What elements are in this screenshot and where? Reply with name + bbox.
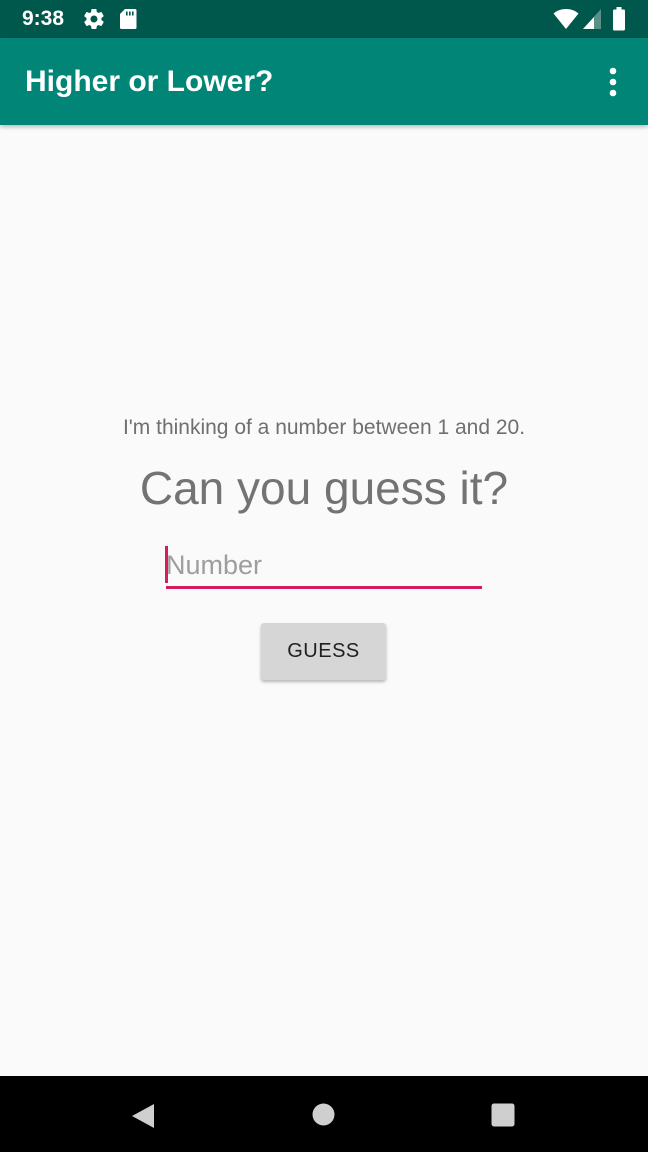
number-input[interactable] xyxy=(166,544,482,589)
status-time: 9:38 xyxy=(22,7,65,30)
navigation-bar xyxy=(0,1076,648,1152)
headline: Can you guess it? xyxy=(139,462,509,514)
app-title: Higher or Lower? xyxy=(25,65,274,98)
battery-icon xyxy=(613,7,625,31)
home-icon[interactable] xyxy=(312,1103,335,1126)
text-cursor xyxy=(165,546,168,583)
prompt-text: I'm thinking of a number between 1 and 2… xyxy=(122,416,526,439)
app-toolbar: Higher or Lower? xyxy=(0,38,648,125)
settings-gear-icon xyxy=(84,9,104,30)
back-icon[interactable] xyxy=(130,1103,156,1129)
status-bar: 9:38 xyxy=(0,0,648,38)
recents-icon[interactable] xyxy=(491,1103,515,1127)
sd-card-icon xyxy=(120,9,137,29)
wifi-icon xyxy=(553,9,579,29)
guess-button[interactable]: GUESS xyxy=(261,623,386,680)
more-vert-icon[interactable] xyxy=(598,62,628,102)
cell-signal-icon xyxy=(583,9,601,29)
